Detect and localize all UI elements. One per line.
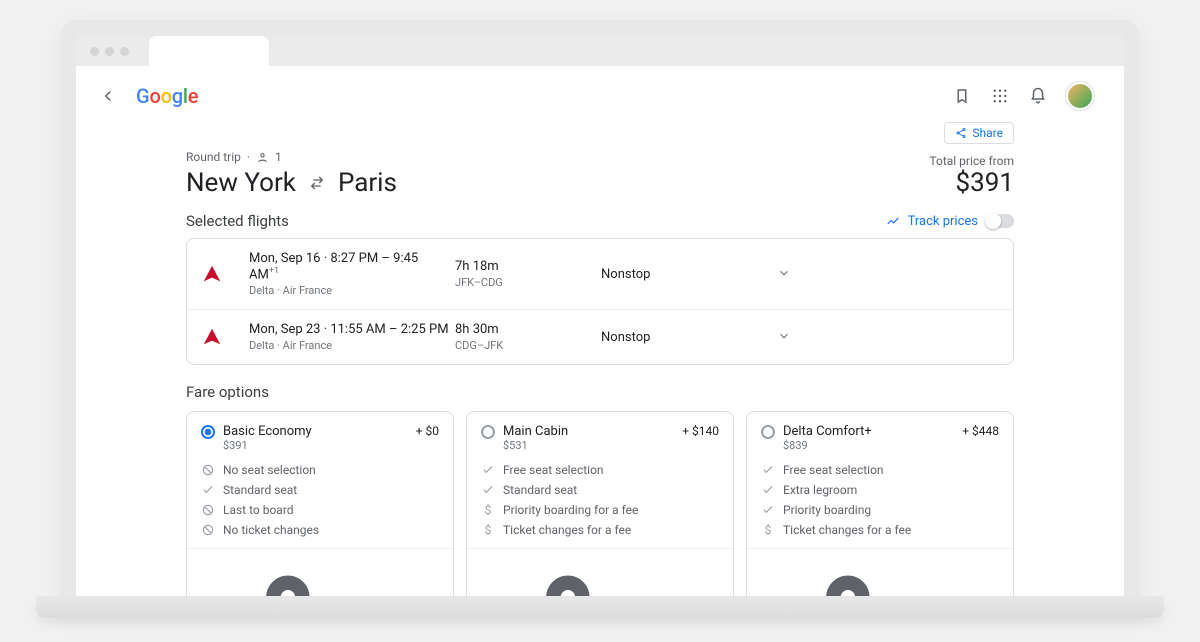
fare-feature: Free seat selection <box>481 460 719 480</box>
fare-feature: Free seat selection <box>761 460 999 480</box>
apps-grid-icon[interactable] <box>990 86 1010 106</box>
fare-feature: $Ticket changes for a fee <box>761 520 999 540</box>
fare-bag-row: 1 free carry-on <box>481 557 719 596</box>
flight-route: CDG–JFK <box>455 339 595 352</box>
fare-radio[interactable] <box>761 425 775 439</box>
fare-options-title: Fare options <box>186 383 1014 401</box>
fare-radio[interactable] <box>481 425 495 439</box>
flight-duration: 7h 18m <box>455 259 595 274</box>
fare-price: $839 <box>783 439 872 452</box>
selected-flights-card: Mon, Sep 16 · 8:27 PM – 9:45 AM+1 Delta ·… <box>186 238 1014 365</box>
flight-stops: Nonstop <box>601 330 771 345</box>
share-icon <box>955 127 967 139</box>
flight-route: JFK–CDG <box>455 276 595 289</box>
flight-datetime: Mon, Sep 23 · 11:55 AM – 2:25 PM <box>249 322 449 337</box>
fare-bag-row: 1 free carry-on <box>761 557 999 596</box>
google-logo[interactable]: Google <box>136 84 198 108</box>
fare-name: Basic Economy <box>223 424 312 439</box>
fare-radio[interactable] <box>201 425 215 439</box>
fare-feature: Extra legroom <box>761 480 999 500</box>
route-origin: New York <box>186 168 296 198</box>
chevron-down-icon[interactable] <box>777 328 817 347</box>
selected-flights-title: Selected flights <box>186 212 289 230</box>
browser-tab-bar <box>76 36 1124 66</box>
back-arrow-icon[interactable] <box>98 86 118 106</box>
track-prices-label: Track prices <box>908 214 978 229</box>
share-label: Share <box>972 126 1003 140</box>
route-destination: Paris <box>338 168 397 198</box>
trip-meta: Round trip · 1 <box>186 150 397 164</box>
fare-price: $531 <box>503 439 568 452</box>
fare-feature: $Ticket changes for a fee <box>481 520 719 540</box>
fare-price: $391 <box>223 439 312 452</box>
fare-feature: Standard seat <box>201 480 439 500</box>
fare-bag-row: 1 free carry-on <box>201 557 439 596</box>
airline-logo-icon <box>201 263 223 285</box>
total-price-label: Total price from <box>929 154 1014 168</box>
total-price-value: $391 <box>929 168 1014 198</box>
fare-delta: + $140 <box>682 424 719 438</box>
flight-datetime: Mon, Sep 16 · 8:27 PM – 9:45 AM+1 <box>249 251 449 282</box>
passenger-count: 1 <box>275 150 282 164</box>
fare-card[interactable]: Main Cabin$531 + $140 Free seat selectionS… <box>466 411 734 596</box>
fare-feature: No ticket changes <box>201 520 439 540</box>
fare-name: Main Cabin <box>503 424 568 439</box>
fare-feature: Last to board <box>201 500 439 520</box>
trend-icon <box>886 214 900 228</box>
fare-card[interactable]: Basic Economy$391 + $0 No seat selectionSt… <box>186 411 454 596</box>
swap-icon <box>308 174 326 192</box>
fare-feature: Priority boarding <box>761 500 999 520</box>
bookmark-icon[interactable] <box>952 86 972 106</box>
fare-name: Delta Comfort+ <box>783 424 872 439</box>
chevron-down-icon[interactable] <box>777 265 817 284</box>
flight-carriers: Delta · Air France <box>249 339 449 352</box>
fare-feature: $Priority boarding for a fee <box>481 500 719 520</box>
track-prices-toggle[interactable] <box>986 214 1014 228</box>
fare-feature: Standard seat <box>481 480 719 500</box>
flight-row[interactable]: Mon, Sep 16 · 8:27 PM – 9:45 AM+1 Delta ·… <box>187 239 1013 309</box>
bell-icon[interactable] <box>1028 86 1048 106</box>
flight-row[interactable]: Mon, Sep 23 · 11:55 AM – 2:25 PM Delta · … <box>187 309 1013 364</box>
window-controls <box>84 47 135 56</box>
fare-delta: + $448 <box>962 424 999 438</box>
account-avatar[interactable] <box>1066 82 1094 110</box>
trip-type-label: Round trip <box>186 150 241 164</box>
flight-duration: 8h 30m <box>455 322 595 337</box>
fare-feature: No seat selection <box>201 460 439 480</box>
fare-card[interactable]: Delta Comfort+$839 + $448 Free seat select… <box>746 411 1014 596</box>
fare-delta: + $0 <box>416 424 439 438</box>
person-icon <box>256 151 269 164</box>
airline-logo-icon <box>201 326 223 348</box>
share-button[interactable]: Share <box>944 122 1014 144</box>
flight-stops: Nonstop <box>601 267 771 282</box>
browser-tab[interactable] <box>149 36 269 66</box>
flight-carriers: Delta · Air France <box>249 284 449 297</box>
